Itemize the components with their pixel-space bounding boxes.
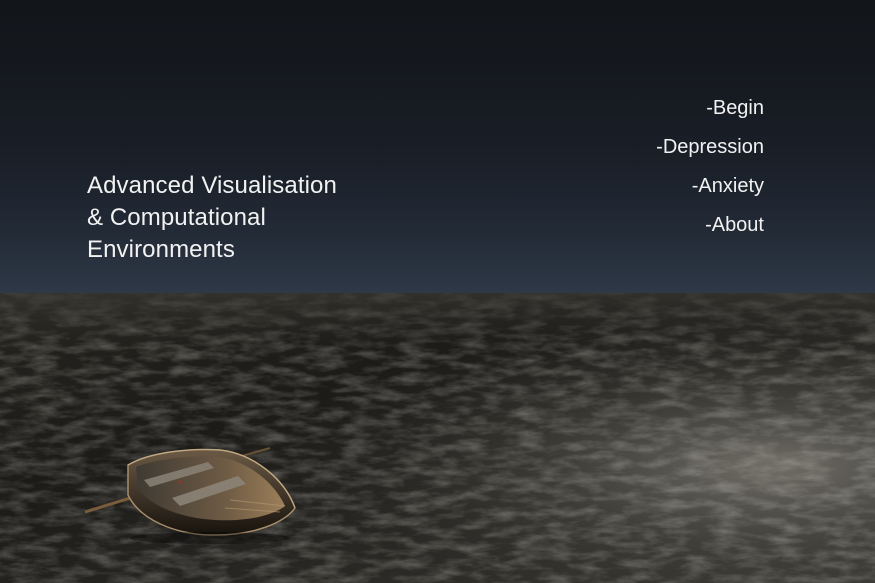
menu-item-anxiety[interactable]: -Anxiety	[656, 172, 764, 211]
app-title: Advanced Visualisation & Computational E…	[87, 170, 337, 266]
main-menu: -Begin -Depression -Anxiety -About	[656, 94, 764, 250]
menu-item-depression[interactable]: -Depression	[656, 133, 764, 172]
title-line-1: Advanced Visualisation	[87, 172, 337, 199]
rowboat	[80, 440, 310, 550]
menu-item-begin[interactable]: -Begin	[656, 94, 764, 133]
game-scene: Advanced Visualisation & Computational E…	[0, 0, 875, 583]
title-line-2: & Computational	[87, 204, 266, 231]
menu-item-about[interactable]: -About	[656, 211, 764, 250]
title-line-3: Environments	[87, 236, 235, 263]
